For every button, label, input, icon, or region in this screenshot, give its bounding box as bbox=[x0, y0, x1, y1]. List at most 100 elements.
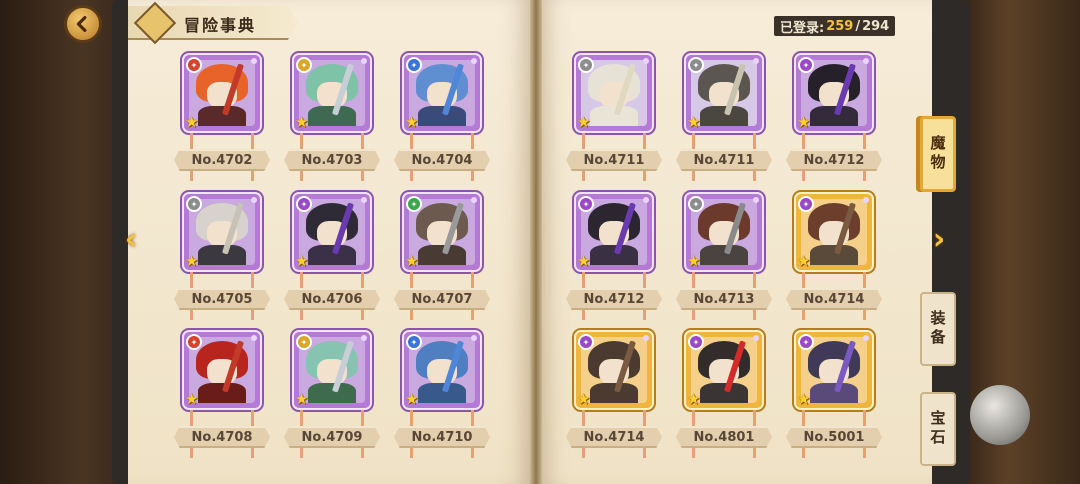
card-stand-lower bbox=[190, 448, 254, 458]
portrait-frame: ✦ ★ bbox=[292, 330, 372, 410]
card-stand-lower bbox=[582, 310, 646, 320]
monster-card[interactable]: ✦ ★ No.4704 bbox=[394, 53, 490, 187]
card-stand-lower bbox=[582, 448, 646, 458]
crystal-orb-decoration bbox=[970, 385, 1030, 445]
star-icon: ★ bbox=[797, 113, 811, 131]
card-stand-lower bbox=[410, 448, 474, 458]
monster-card[interactable]: ✦ ★ No.4714 bbox=[566, 330, 662, 464]
monster-card[interactable]: ✦ ★ No.4703 bbox=[284, 53, 380, 187]
neutral-element-icon: ✦ bbox=[688, 57, 704, 73]
corner-gem-icon bbox=[251, 197, 257, 203]
monster-card[interactable]: ✦ ★ No.4702 bbox=[174, 53, 270, 187]
fire-element-icon: ✦ bbox=[186, 57, 202, 73]
monster-card[interactable]: ✦ ★ No.4709 bbox=[284, 330, 380, 464]
monster-card[interactable]: ✦ ★ No.4707 bbox=[394, 192, 490, 326]
card-stand-lower bbox=[802, 171, 866, 181]
chevron-left-icon: ‹ bbox=[124, 222, 138, 257]
monster-card[interactable]: ✦ ★ No.4713 bbox=[676, 192, 772, 326]
card-stand-lower bbox=[692, 310, 756, 320]
corner-gem-icon bbox=[863, 335, 869, 341]
monster-card[interactable]: ✦ ★ No.5001 bbox=[786, 330, 882, 464]
card-stand bbox=[692, 133, 756, 149]
portrait-body bbox=[810, 383, 858, 403]
back-arrow-icon bbox=[76, 15, 87, 33]
tab-equipment[interactable]: 装备 bbox=[920, 292, 956, 366]
portrait-body bbox=[198, 383, 246, 403]
monster-number: No.4711 bbox=[566, 149, 662, 171]
portrait-frame: ✦ ★ bbox=[574, 53, 654, 133]
card-stand-lower bbox=[410, 310, 474, 320]
dark-element-icon: ✦ bbox=[578, 334, 594, 350]
prev-page-button[interactable]: ‹ bbox=[118, 225, 144, 255]
star-icon: ★ bbox=[687, 252, 701, 270]
monster-card[interactable]: ✦ ★ No.4712 bbox=[566, 192, 662, 326]
star-icon: ★ bbox=[405, 113, 419, 131]
next-page-button[interactable]: › bbox=[926, 225, 952, 255]
monster-number: No.4711 bbox=[676, 149, 772, 171]
portrait-frame: ✦ ★ bbox=[402, 53, 482, 133]
card-stand bbox=[692, 272, 756, 288]
star-icon: ★ bbox=[797, 390, 811, 408]
corner-gem-icon bbox=[643, 58, 649, 64]
monster-card[interactable]: ✦ ★ No.4705 bbox=[174, 192, 270, 326]
monster-number: No.4714 bbox=[786, 288, 882, 310]
star-icon: ★ bbox=[405, 252, 419, 270]
card-stand-lower bbox=[190, 171, 254, 181]
neutral-element-icon: ✦ bbox=[186, 196, 202, 212]
monster-card[interactable]: ✦ ★ No.4706 bbox=[284, 192, 380, 326]
monster-number: No.4714 bbox=[566, 426, 662, 448]
tab-gems[interactable]: 宝石 bbox=[920, 392, 956, 466]
card-stand bbox=[802, 133, 866, 149]
monster-number: No.4702 bbox=[174, 149, 270, 171]
card-stand bbox=[190, 410, 254, 426]
water-element-icon: ✦ bbox=[406, 334, 422, 350]
card-stand bbox=[410, 410, 474, 426]
dark-element-icon: ✦ bbox=[296, 196, 312, 212]
corner-gem-icon bbox=[753, 58, 759, 64]
fire-element-icon: ✦ bbox=[186, 334, 202, 350]
monster-card[interactable]: ✦ ★ No.4714 bbox=[786, 192, 882, 326]
counter-label: 已登录: bbox=[780, 20, 825, 36]
back-button[interactable] bbox=[64, 5, 102, 43]
card-stand-lower bbox=[802, 448, 866, 458]
monster-card[interactable]: ✦ ★ No.4711 bbox=[676, 53, 772, 187]
counter-separator: / bbox=[855, 18, 861, 34]
card-stand bbox=[410, 272, 474, 288]
monster-card[interactable]: ✦ ★ No.4712 bbox=[786, 53, 882, 187]
tab-label: 魔物 bbox=[928, 135, 947, 173]
card-stand bbox=[300, 272, 364, 288]
light-element-icon: ✦ bbox=[296, 334, 312, 350]
corner-gem-icon bbox=[863, 58, 869, 64]
monster-number: No.4709 bbox=[284, 426, 380, 448]
monster-card[interactable]: ✦ ★ No.4711 bbox=[566, 53, 662, 187]
card-stand-lower bbox=[692, 448, 756, 458]
card-stand-lower bbox=[802, 310, 866, 320]
tab-label: 装备 bbox=[928, 310, 947, 348]
star-icon: ★ bbox=[185, 252, 199, 270]
portrait-frame: ✦ ★ bbox=[574, 192, 654, 272]
portrait-body bbox=[308, 245, 356, 265]
tab-monsters[interactable]: 魔物 bbox=[920, 116, 956, 192]
monster-card[interactable]: ✦ ★ No.4801 bbox=[676, 330, 772, 464]
monster-card[interactable]: ✦ ★ No.4708 bbox=[174, 330, 270, 464]
corner-gem-icon bbox=[471, 58, 477, 64]
monster-card[interactable]: ✦ ★ No.4710 bbox=[394, 330, 490, 464]
neutral-element-icon: ✦ bbox=[688, 196, 704, 212]
neutral-element-icon: ✦ bbox=[578, 57, 594, 73]
portrait-body bbox=[700, 383, 748, 403]
corner-gem-icon bbox=[753, 335, 759, 341]
star-icon: ★ bbox=[185, 113, 199, 131]
corner-gem-icon bbox=[361, 335, 367, 341]
star-icon: ★ bbox=[295, 252, 309, 270]
portrait-frame: ✦ ★ bbox=[794, 330, 874, 410]
monster-number: No.4704 bbox=[394, 149, 490, 171]
monster-number: No.4703 bbox=[284, 149, 380, 171]
portrait-body bbox=[590, 245, 638, 265]
card-stand bbox=[582, 410, 646, 426]
card-stand bbox=[582, 272, 646, 288]
tab-label: 宝石 bbox=[928, 410, 947, 448]
monster-number: No.4712 bbox=[786, 149, 882, 171]
corner-gem-icon bbox=[251, 335, 257, 341]
monster-number: No.5001 bbox=[786, 426, 882, 448]
chevron-right-icon: › bbox=[932, 222, 946, 257]
